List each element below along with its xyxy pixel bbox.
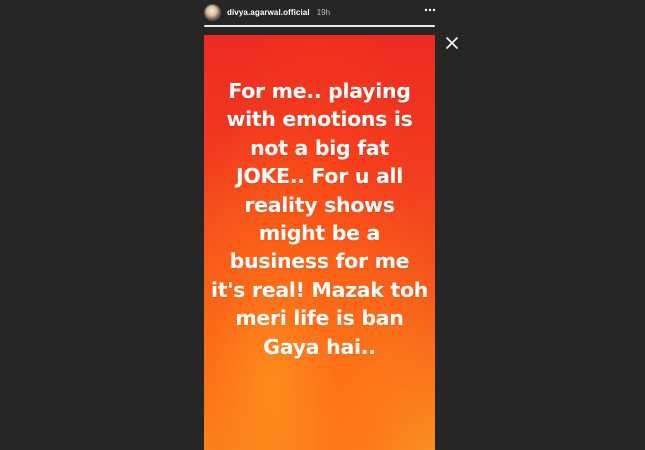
story-progress-fill (204, 25, 435, 27)
story-line: not a big fat (250, 135, 389, 160)
story-line: with emotions is (226, 107, 413, 132)
story-line: meri life is ban (235, 306, 404, 331)
story-line: might be a (258, 221, 381, 246)
story-line: it's real! Mazak toh (210, 277, 429, 302)
more-options-button[interactable] (424, 4, 436, 16)
story-text: For me.. playing with emotions is not a … (204, 77, 435, 361)
more-icon (424, 8, 436, 12)
story-progress-bar (204, 25, 435, 27)
close-icon (446, 37, 458, 49)
story-viewer: divya.agarwal.official 19h For me.. play… (0, 0, 645, 450)
story-content[interactable]: For me.. playing with emotions is not a … (204, 35, 435, 450)
story-line: reality shows (244, 192, 395, 217)
story-line: Gaya hai.. (263, 334, 376, 359)
story-line: For me.. playing (228, 79, 411, 103)
story-header: divya.agarwal.official 19h (199, 0, 441, 24)
story-line: business for me (229, 249, 410, 274)
story-line: JOKE.. For u all (236, 164, 403, 189)
close-button[interactable] (445, 36, 459, 50)
avatar[interactable] (204, 3, 221, 21)
username-link[interactable]: divya.agarwal.official (227, 8, 310, 17)
timestamp: 19h (316, 7, 331, 17)
